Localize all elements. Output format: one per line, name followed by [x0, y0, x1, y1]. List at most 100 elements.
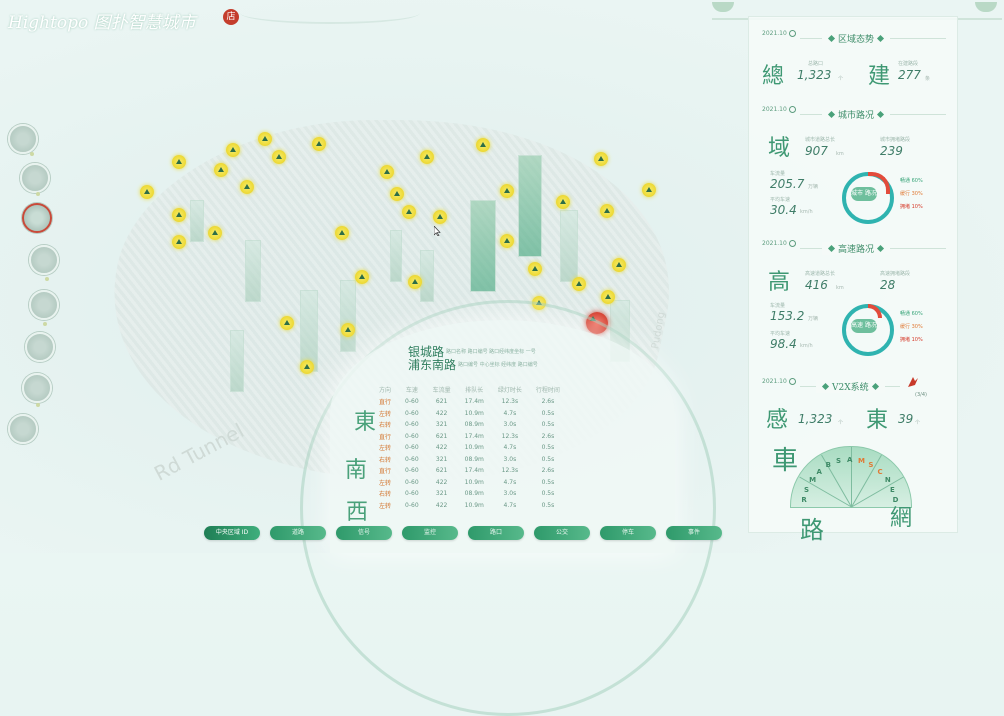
table-cell: 3.0s: [503, 421, 517, 429]
nav-circle-2[interactable]: [20, 163, 50, 193]
stat-value: 416: [805, 278, 828, 292]
tab-signal[interactable]: 信号: [336, 526, 392, 540]
camera-marker[interactable]: [208, 226, 222, 240]
table-cell: 17.4m: [464, 467, 484, 475]
camera-marker[interactable]: [341, 323, 355, 337]
legend-smooth: 畅通 60%: [900, 178, 923, 184]
camera-marker[interactable]: [390, 187, 404, 201]
metric-unit: 万辆: [808, 184, 819, 190]
table-cell: 0.5s: [541, 501, 555, 509]
camera-marker[interactable]: [402, 205, 416, 219]
table-header: 绿灯时长: [497, 387, 522, 394]
camera-marker[interactable]: [272, 150, 286, 164]
camera-marker[interactable]: [528, 262, 542, 276]
nav-circle-5[interactable]: [29, 290, 59, 320]
table-row[interactable]: 直行 0-60 621 17.4m 12.3s 2.6s: [372, 396, 567, 408]
nav-dot: [30, 152, 34, 156]
section-title-region: 区域态势: [822, 32, 891, 45]
camera-marker[interactable]: [612, 258, 626, 272]
camera-marker[interactable]: [355, 270, 369, 284]
camera-marker[interactable]: [420, 150, 434, 164]
tab-road[interactable]: 道路: [270, 526, 326, 540]
camera-marker[interactable]: [172, 155, 186, 169]
table-cell: 左转: [379, 502, 392, 510]
table-cell: 17.4m: [464, 398, 484, 406]
camera-marker[interactable]: [214, 163, 228, 177]
table-header: 方向: [379, 387, 392, 394]
table-cell: 12.3s: [501, 432, 519, 440]
table-row[interactable]: 直行 0-60 621 17.4m 12.3s 2.6s: [372, 431, 567, 443]
camera-marker[interactable]: [312, 137, 326, 151]
table-row[interactable]: 左转 0-60 422 10.9m 4.7s 0.5s: [372, 408, 567, 420]
camera-marker[interactable]: [500, 184, 514, 198]
nav-circle-7[interactable]: [22, 373, 52, 403]
road-sub-1: 路口名称 路口编号 路口经纬度坐标 一号: [446, 349, 536, 355]
stat-unit: km: [836, 151, 844, 157]
camera-marker[interactable]: [226, 143, 240, 157]
tab-monitor[interactable]: 监控: [402, 526, 458, 540]
camera-marker[interactable]: [280, 316, 294, 330]
tab-bus[interactable]: 公交: [534, 526, 590, 540]
table-row[interactable]: 左转 0-60 422 10.9m 4.7s 0.5s: [372, 477, 567, 489]
camera-marker[interactable]: [601, 290, 615, 304]
clock-icon: [788, 30, 796, 37]
table-cell: 08.9m: [464, 421, 484, 429]
camera-marker[interactable]: [172, 208, 186, 222]
nav-circle-1[interactable]: [8, 124, 38, 154]
table-cell: 4.7s: [503, 409, 517, 417]
table-cell: 4.7s: [503, 501, 517, 509]
clock-icon: [788, 106, 796, 113]
camera-marker[interactable]: [556, 195, 570, 209]
tab-parking[interactable]: 停车: [600, 526, 656, 540]
section-title-text: 城市路况: [838, 111, 875, 121]
camera-marker[interactable]: [335, 226, 349, 240]
camera-marker[interactable]: [594, 152, 608, 166]
fan-letter: A: [847, 456, 853, 464]
table-cell: 422: [435, 409, 448, 417]
camera-marker[interactable]: [172, 235, 186, 249]
camera-marker[interactable]: [642, 183, 656, 197]
tab-junction[interactable]: 路口: [468, 526, 524, 540]
camera-marker[interactable]: [240, 180, 254, 194]
table-row[interactable]: 右转 0-60 321 08.9m 3.0s 0.5s: [372, 419, 567, 431]
camera-marker[interactable]: [433, 210, 447, 224]
fan-letter: N: [884, 475, 891, 484]
stat-value: 39: [898, 412, 914, 426]
page-indicator: (3/4): [915, 392, 927, 398]
camera-marker[interactable]: [500, 234, 514, 248]
camera-marker[interactable]: [258, 132, 272, 146]
camera-marker[interactable]: [600, 204, 614, 218]
camera-marker[interactable]: [300, 360, 314, 374]
table-row[interactable]: 右转 0-60 321 08.9m 3.0s 0.5s: [372, 488, 567, 500]
tab-center-area[interactable]: 中央区域 ID: [204, 526, 260, 540]
camera-marker[interactable]: [476, 138, 490, 152]
camera-marker[interactable]: [408, 275, 422, 289]
table-row[interactable]: 左转 0-60 422 10.9m 4.7s 0.5s: [372, 442, 567, 454]
camera-marker[interactable]: [572, 277, 586, 291]
tab-event[interactable]: 事件: [666, 526, 722, 540]
building: [390, 230, 402, 282]
table-cell: 0-60: [405, 478, 419, 486]
calligraphy-char: 感: [766, 408, 789, 433]
nav-circle-6[interactable]: [25, 332, 55, 362]
table-cell: 08.9m: [464, 455, 484, 463]
table-cell: 0.5s: [541, 409, 555, 417]
table-row[interactable]: 右转 0-60 321 08.9m 3.0s 0.5s: [372, 454, 567, 466]
road-name-2: 浦东南路: [408, 358, 457, 372]
table-cell: 3.0s: [503, 455, 517, 463]
bird-pin-icon[interactable]: [906, 375, 920, 389]
camera-marker[interactable]: [140, 185, 154, 199]
camera-marker[interactable]: [380, 165, 394, 179]
stat-unit: 条: [925, 76, 931, 82]
legend-slow: 缓行 30%: [900, 324, 923, 330]
table-cell: 321: [435, 490, 448, 498]
table-cell: 右转: [379, 422, 392, 430]
section-title-v2x: V2X系统: [816, 380, 885, 393]
building: [190, 200, 204, 242]
table-row[interactable]: 直行 0-60 621 17.4m 12.3s 2.6s: [372, 465, 567, 477]
nav-circle-3-active[interactable]: [22, 203, 52, 233]
table-row[interactable]: 左转 0-60 422 10.9m 4.7s 0.5s: [372, 500, 567, 512]
fan-letter: S: [868, 461, 874, 470]
nav-circle-4[interactable]: [29, 245, 59, 275]
nav-circle-8[interactable]: [8, 414, 38, 444]
